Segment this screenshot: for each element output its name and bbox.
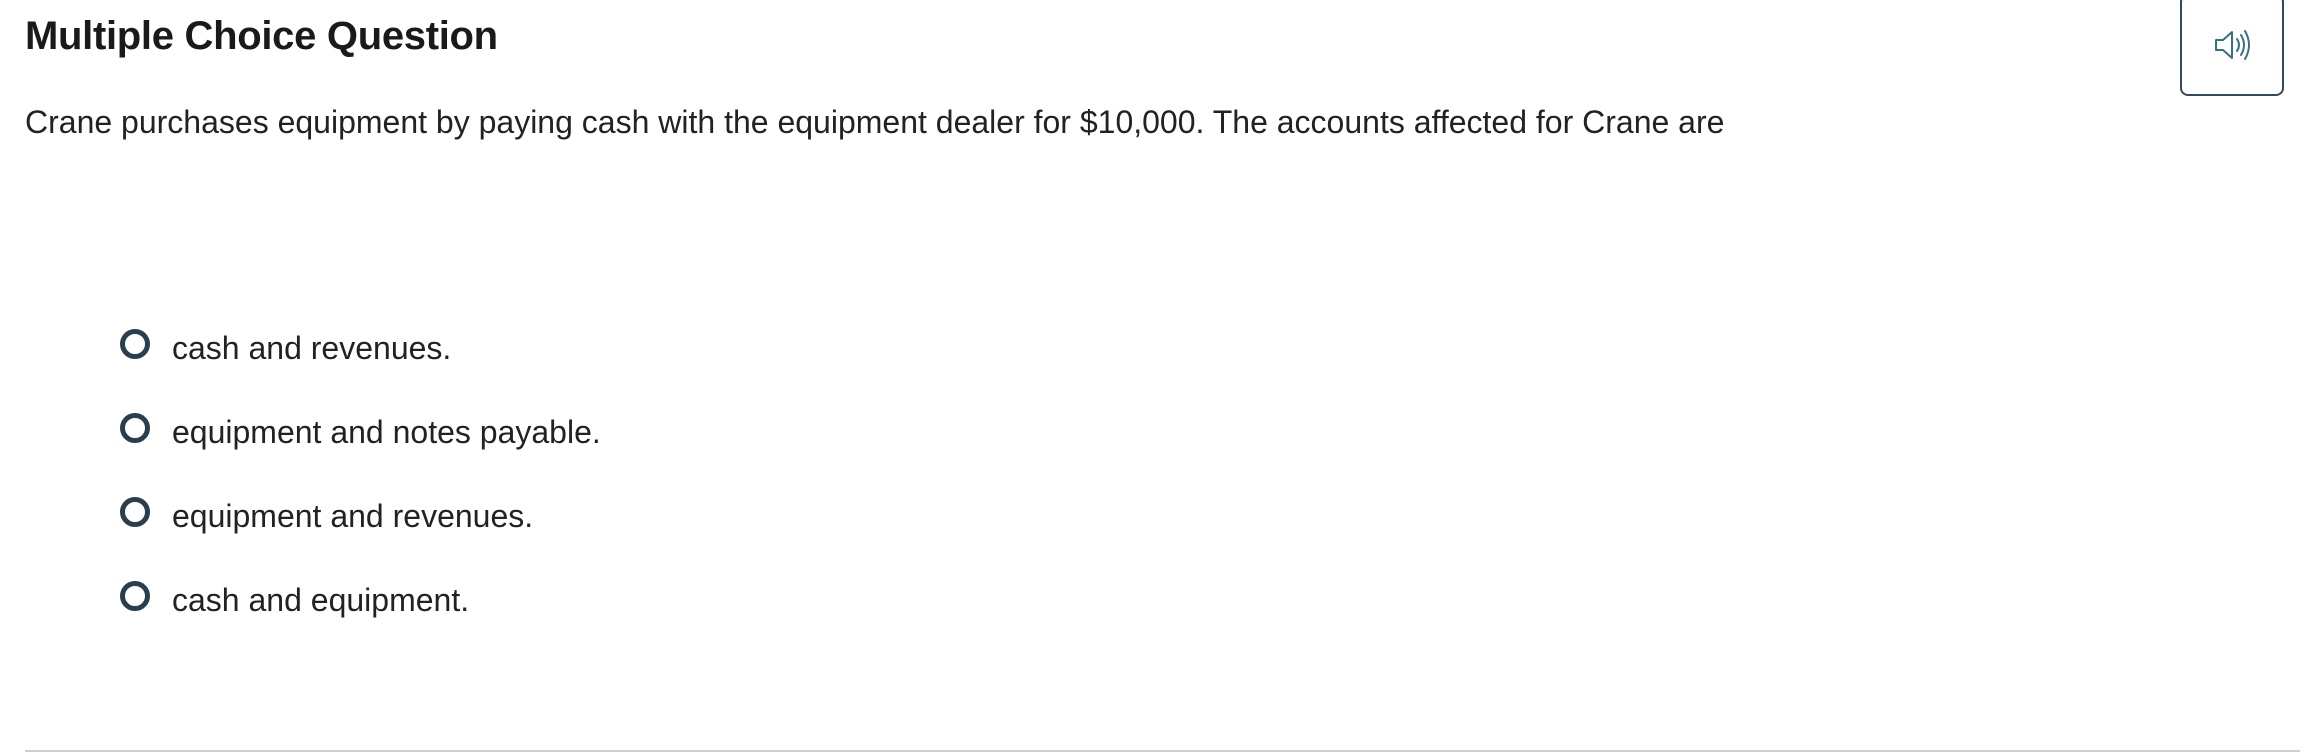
answer-option[interactable]: cash and equipment. [120, 558, 601, 642]
read-aloud-button[interactable] [2180, 0, 2284, 96]
radio-button[interactable] [120, 413, 150, 443]
question-page: Multiple Choice Question Crane purchases… [0, 0, 2316, 754]
question-text: Crane purchases equipment by paying cash… [25, 104, 1725, 140]
speaker-volume-icon [2213, 29, 2251, 61]
answer-option[interactable]: equipment and notes payable. [120, 390, 601, 474]
radio-button[interactable] [120, 581, 150, 611]
answer-option-label: equipment and revenues. [172, 497, 534, 534]
bottom-divider [25, 750, 2300, 752]
answer-option-label: cash and revenues. [172, 329, 452, 366]
answer-option-label: equipment and notes payable. [172, 413, 601, 450]
answer-option[interactable]: cash and revenues. [120, 306, 601, 390]
answer-options: cash and revenues. equipment and notes p… [120, 306, 601, 642]
radio-button[interactable] [120, 497, 150, 527]
page-title: Multiple Choice Question [25, 14, 498, 58]
answer-option-label: cash and equipment. [172, 581, 470, 618]
radio-button[interactable] [120, 329, 150, 359]
answer-option[interactable]: equipment and revenues. [120, 474, 601, 558]
